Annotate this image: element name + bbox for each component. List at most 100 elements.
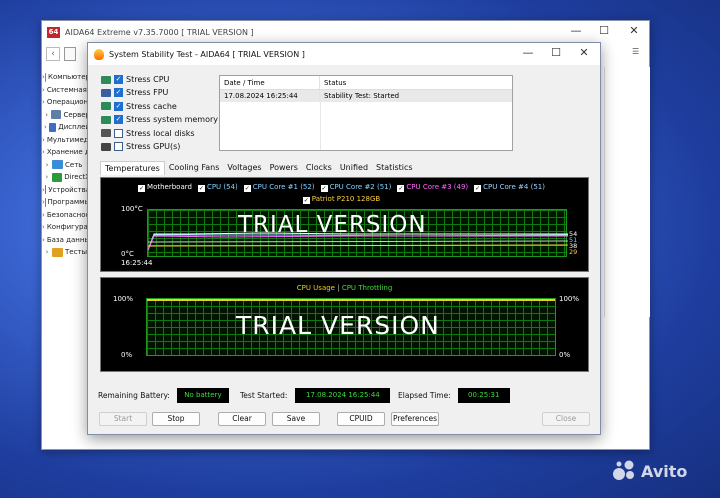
tab[interactable]: Statistics <box>372 161 417 175</box>
tab[interactable]: Temperatures <box>100 161 165 175</box>
checkbox[interactable]: ✓ <box>114 101 123 111</box>
tree-item[interactable]: › Тесты <box>42 246 90 259</box>
chevron-right-icon[interactable]: › <box>42 148 45 156</box>
legend-label: CPU Core #4 (51) <box>483 183 545 191</box>
tree-item[interactable]: › Компьютер <box>42 71 90 84</box>
save-button[interactable]: Save <box>272 412 320 426</box>
legend-item[interactable]: ✓ CPU (54) <box>197 183 238 192</box>
tree-item[interactable]: ›Безопасность <box>42 209 90 222</box>
legend-item[interactable]: ✓ CPU Core #4 (51) <box>474 183 545 192</box>
tab[interactable]: Clocks <box>302 161 336 175</box>
series-line-ssd <box>148 244 568 247</box>
main-toolbar: ‹ <box>46 47 76 63</box>
chevron-right-icon[interactable]: › <box>42 86 45 94</box>
dialog-close-button[interactable]: ✕ <box>570 43 598 63</box>
toolbar-more-icon[interactable]: ☰ <box>632 47 639 56</box>
legend-item[interactable]: ✓ CPU Core #1 (52) <box>243 183 315 192</box>
tab[interactable]: Voltages <box>223 161 265 175</box>
tree-item[interactable]: › База данных <box>42 234 90 247</box>
checkbox[interactable]: ✓ <box>114 115 123 125</box>
table-row[interactable]: 17.08.2024 16:25:44 Stability Test: Star… <box>220 90 512 102</box>
tree-item[interactable]: ›Мультимедиа <box>42 134 90 147</box>
main-maximize-button[interactable]: ☐ <box>590 21 618 41</box>
tree-item[interactable]: › Программы <box>42 196 90 209</box>
avito-dots-icon <box>613 460 634 480</box>
tree-item[interactable]: › DirectX <box>42 171 90 184</box>
series-line-core3 <box>148 235 568 251</box>
chevron-right-icon[interactable]: › <box>42 236 45 244</box>
chevron-right-icon[interactable]: › <box>42 248 52 256</box>
stress-option[interactable]: ✓ Stress FPU <box>101 86 168 99</box>
chevron-right-icon[interactable]: › <box>42 173 52 181</box>
usage-right-bottom: 0% <box>559 351 571 359</box>
stress-option[interactable]: ✓ Stress system memory <box>101 113 218 126</box>
battery-label: Remaining Battery: <box>98 391 170 400</box>
dialog-maximize-button[interactable]: ☐ <box>542 43 570 63</box>
report-icon[interactable] <box>64 47 76 61</box>
preferences-button[interactable]: Preferences <box>391 412 439 426</box>
stress-option[interactable]: ✓ Stress CPU <box>101 73 169 86</box>
menu-tree: ›Компьютер›Системная плата›Операционная … <box>42 71 90 259</box>
stress-option-label: Stress GPU(s) <box>126 142 181 151</box>
tree-item[interactable]: › Дисплей <box>42 121 90 134</box>
legend-checkbox[interactable]: ✓ <box>397 185 405 192</box>
started-value: 17.08.2024 16:25:44 <box>295 388 391 403</box>
chevron-right-icon[interactable]: › <box>42 123 49 131</box>
legend-checkbox[interactable]: ✓ <box>243 185 251 192</box>
stop-button[interactable]: Stop <box>152 412 200 426</box>
usage-line <box>147 299 555 301</box>
cpu-icon <box>101 75 111 84</box>
chevron-right-icon[interactable]: › <box>42 98 45 106</box>
tree-item[interactable]: ›Системная плата <box>42 84 90 97</box>
clear-button[interactable]: Clear <box>218 412 266 426</box>
tree-item[interactable]: › Устройства <box>42 184 90 197</box>
checkbox[interactable] <box>114 142 123 151</box>
chevron-right-icon[interactable]: › <box>42 223 45 231</box>
checkbox[interactable] <box>114 128 123 138</box>
chevron-right-icon[interactable]: › <box>42 111 51 119</box>
stress-option[interactable]: Stress GPU(s) <box>101 140 180 153</box>
chevron-right-icon[interactable]: › <box>42 211 45 219</box>
started-label: Test Started: <box>240 391 288 400</box>
legend-checkbox[interactable]: ✓ <box>320 185 328 192</box>
back-arrow-icon[interactable]: ‹ <box>46 47 60 61</box>
main-close-button[interactable]: ✕ <box>620 21 648 41</box>
legend-cpu-usage: CPU Usage <box>296 284 335 292</box>
cpuid-button[interactable]: CPUID <box>337 412 385 426</box>
chevron-right-icon[interactable]: › <box>42 136 45 144</box>
tree-item[interactable]: › Сервер <box>42 109 90 122</box>
start-button[interactable]: Start <box>99 412 147 426</box>
stress-option[interactable]: Stress local disks <box>101 127 195 140</box>
stress-option[interactable]: ✓ Stress cache <box>101 100 177 113</box>
chevron-right-icon[interactable]: › <box>42 161 52 169</box>
test-started-info: Test Started: 17.08.2024 16:25:44 <box>240 388 391 403</box>
tab[interactable]: Cooling Fans <box>165 161 224 175</box>
tree-item-label: Мультимедиа <box>46 135 90 144</box>
tab[interactable]: Powers <box>266 161 302 175</box>
gpu-icon <box>101 142 111 151</box>
tree-item[interactable]: › Сеть <box>42 159 90 172</box>
usage-left-bottom: 0% <box>121 351 133 359</box>
trial-watermark: TRIAL VERSION <box>238 212 427 238</box>
tree-item-icon <box>44 197 46 207</box>
tree-item[interactable]: ›Хранение данных <box>42 146 90 159</box>
col-status[interactable]: Status <box>320 79 346 87</box>
tree-item-label: Системная плата <box>46 85 90 94</box>
checkbox[interactable]: ✓ <box>114 88 123 98</box>
legend-checkbox[interactable]: ✓ <box>138 185 146 192</box>
legend-checkbox[interactable]: ✓ <box>302 197 310 204</box>
tree-item[interactable]: ›Конфигурация <box>42 221 90 234</box>
legend-item[interactable]: ✓ Motherboard <box>138 183 192 192</box>
legend-item[interactable]: ✓ CPU Core #2 (51) <box>320 183 391 192</box>
tab[interactable]: Unified <box>336 161 372 175</box>
legend-item[interactable]: ✓ Patriot P210 128GB <box>302 195 380 204</box>
legend-checkbox[interactable]: ✓ <box>474 185 482 192</box>
close-button[interactable]: Close <box>542 412 590 426</box>
main-minimize-button[interactable]: — <box>562 21 590 41</box>
legend-checkbox[interactable]: ✓ <box>197 185 205 192</box>
col-date-time[interactable]: Date / Time <box>220 76 320 89</box>
checkbox[interactable]: ✓ <box>114 75 123 84</box>
dialog-minimize-button[interactable]: — <box>514 43 542 63</box>
tree-item[interactable]: ›Операционная система <box>42 96 90 109</box>
legend-item[interactable]: ✓ CPU Core #3 (49) <box>397 183 468 192</box>
